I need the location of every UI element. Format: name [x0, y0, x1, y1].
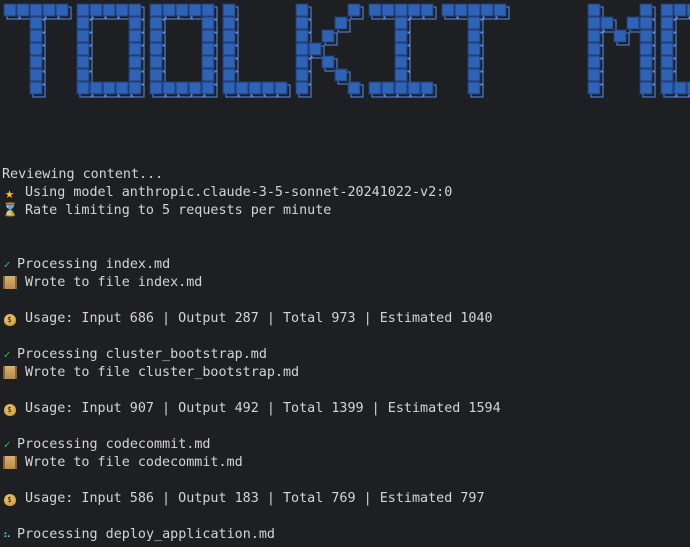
- banner-letter-t: [3, 3, 72, 98]
- banner-letters: [3, 3, 690, 98]
- check-icon: ✓: [3, 438, 11, 451]
- terminal-line: ✓ Processing codecommit.md: [2, 436, 688, 454]
- banner-letter-i: [368, 3, 437, 98]
- check-icon: ✓: [3, 348, 11, 361]
- line-text: Usage: Input 686 | Output 287 | Total 97…: [25, 311, 493, 326]
- terminal-output: Reviewing content... ★ Using model anthrop…: [2, 166, 688, 544]
- money-bag-icon: $: [2, 490, 17, 508]
- money-bag-icon: $: [2, 310, 17, 328]
- line-text: Reviewing content...: [2, 167, 164, 182]
- money-bag-icon: $: [2, 400, 17, 418]
- ascii-banner: [3, 3, 690, 98]
- hourglass-icon: ⌛: [2, 203, 19, 218]
- terminal-line: ⠦ Processing deploy_application.md: [2, 526, 688, 544]
- terminal-line: $ Usage: Input 586 | Output 183 | Total 7…: [2, 490, 688, 508]
- banner-letter-k: [295, 3, 364, 98]
- star-icon: ★: [4, 184, 15, 202]
- terminal-line: ⌛ Rate limiting to 5 requests per minute: [2, 202, 688, 220]
- banner-letter-d: [660, 3, 690, 98]
- terminal-line: $ Usage: Input 907 | Output 492 | Total 1…: [2, 400, 688, 418]
- line-text: Wrote to file codecommit.md: [25, 455, 243, 470]
- line-text: Using model anthropic.claude-3-5-sonnet-…: [25, 185, 453, 200]
- line-text: Usage: Input 586 | Output 183 | Total 76…: [25, 491, 485, 506]
- line-text: Usage: Input 907 | Output 492 | Total 13…: [25, 401, 501, 416]
- line-text: Wrote to file cluster_bootstrap.md: [25, 365, 300, 380]
- banner-letter-o: [149, 3, 218, 98]
- check-icon: ✓: [3, 258, 11, 271]
- spinner-icon: ⠦: [2, 528, 12, 541]
- banner-letter-o: [76, 3, 145, 98]
- terminal-line: ★ Using model anthropic.claude-3-5-sonnet…: [2, 184, 688, 202]
- terminal-line: $ Usage: Input 686 | Output 287 | Total 9…: [2, 310, 688, 328]
- line-text: Processing codecommit.md: [17, 437, 211, 452]
- line-text: Processing cluster_bootstrap.md: [17, 347, 267, 362]
- terminal-line: ✓ Processing cluster_bootstrap.md: [2, 346, 688, 364]
- scroll-icon: [2, 274, 17, 295]
- line-text: Processing index.md: [17, 257, 171, 272]
- terminal-line: Reviewing content...: [2, 166, 688, 184]
- terminal-line: Wrote to file index.md: [2, 274, 688, 292]
- banner-letter-t: [441, 3, 510, 98]
- terminal-line: Wrote to file cluster_bootstrap.md: [2, 364, 688, 382]
- scroll-icon: [2, 454, 17, 475]
- line-text: Wrote to file index.md: [25, 275, 203, 290]
- terminal-line: ✓ Processing index.md: [2, 256, 688, 274]
- line-text: Rate limiting to 5 requests per minute: [25, 203, 332, 218]
- terminal-line: Wrote to file codecommit.md: [2, 454, 688, 472]
- line-text: Processing deploy_application.md: [17, 527, 275, 542]
- banner-letter-m: [587, 3, 656, 98]
- banner-letter-l: [222, 3, 291, 98]
- scroll-icon: [2, 364, 17, 385]
